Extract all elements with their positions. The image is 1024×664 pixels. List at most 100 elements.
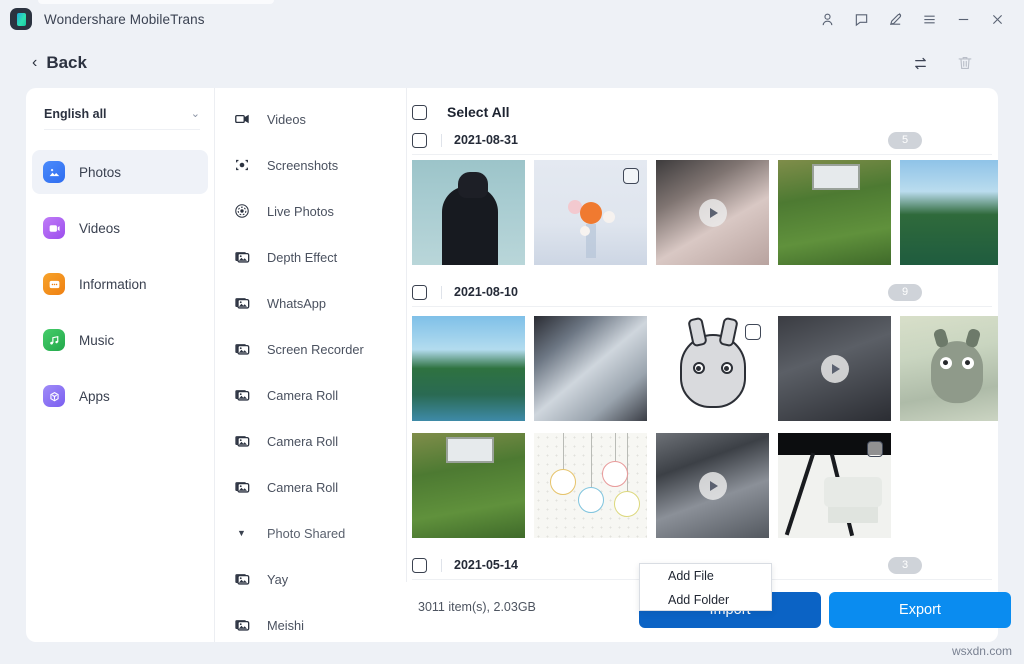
photo-thumbnail[interactable] [534, 160, 647, 265]
sidebar-item-videos[interactable]: Videos [32, 206, 208, 250]
sidebar-item-label: Information [79, 277, 147, 292]
toolbar-actions [911, 54, 974, 73]
context-menu-item-label: Add File [668, 569, 714, 583]
videos-icon [43, 217, 65, 239]
select-all-checkbox[interactable] [412, 105, 427, 120]
photo-thumbnail[interactable] [412, 160, 525, 265]
video-thumbnail[interactable] [656, 160, 769, 265]
play-icon [699, 472, 727, 500]
feedback-icon[interactable] [844, 4, 878, 34]
album-item-camera-roll-2[interactable]: Camera Roll [232, 418, 404, 464]
photo-thumbnail[interactable] [412, 433, 525, 538]
screenshot-icon [232, 157, 251, 173]
album-item-label: Camera Roll [267, 388, 338, 403]
sidebar-item-label: Music [79, 333, 114, 348]
sidebar-item-label: Videos [79, 221, 120, 236]
date-group-header[interactable]: 2021-08-31 5 [412, 126, 992, 155]
date-group-label: 2021-08-31 [454, 133, 518, 147]
album-item-camera-roll-1[interactable]: Camera Roll [232, 372, 404, 418]
sidebar-item-information[interactable]: Information [32, 262, 208, 306]
play-icon [699, 199, 727, 227]
delete-trash-icon[interactable] [956, 54, 974, 72]
video-thumbnail[interactable] [656, 433, 769, 538]
select-all-row[interactable]: Select All [412, 98, 992, 126]
context-menu-item-add-folder[interactable]: Add Folder [640, 588, 771, 612]
close-button[interactable] [980, 4, 1014, 34]
album-item-whatsapp[interactable]: WhatsApp [232, 280, 404, 326]
sidebar-item-label: Apps [79, 389, 110, 404]
album-item-screen-recorder[interactable]: Screen Recorder [232, 326, 404, 372]
album-item-label: Yay [267, 572, 288, 587]
gallery-panel: Select All 2021-08-31 5 2021-08-10 9 [406, 88, 998, 642]
photo-thumbnail[interactable] [778, 433, 891, 538]
minimize-button[interactable] [946, 4, 980, 34]
album-item-camera-roll-3[interactable]: Camera Roll [232, 464, 404, 510]
album-item-screenshots[interactable]: Screenshots [232, 142, 404, 188]
edit-icon[interactable] [878, 4, 912, 34]
language-select-value: English all [44, 107, 107, 121]
album-group-label: Photo Shared [267, 526, 345, 541]
date-group-header[interactable]: 2021-08-10 9 [412, 278, 992, 307]
export-button-label: Export [899, 602, 941, 618]
sidebar-item-photos[interactable]: Photos [32, 150, 208, 194]
date-group-label: 2021-08-10 [454, 285, 518, 299]
video-thumbnail[interactable] [778, 316, 891, 421]
separator [441, 559, 442, 572]
album-item-label: Meishi [267, 618, 304, 633]
sidebar-item-music[interactable]: Music [32, 318, 208, 362]
window-controls [810, 4, 1024, 34]
menu-icon[interactable] [912, 4, 946, 34]
date-group-count-badge: 5 [888, 132, 922, 149]
thumbnail-checkbox[interactable] [867, 441, 883, 457]
export-button[interactable]: Export [829, 592, 1011, 628]
date-group-checkbox[interactable] [412, 285, 427, 300]
photo-thumbnail[interactable] [656, 316, 769, 421]
back-button[interactable]: ‹ Back [32, 53, 87, 73]
photo-thumbnail[interactable] [900, 316, 998, 421]
album-item-label: Camera Roll [267, 480, 338, 495]
thumbnail-row [412, 433, 891, 538]
album-item-yay[interactable]: Yay [232, 556, 404, 602]
live-photo-icon [232, 203, 251, 219]
album-item-videos[interactable]: Videos [232, 96, 404, 142]
transfer-swap-icon[interactable] [911, 54, 930, 73]
album-icon [232, 295, 251, 311]
photo-thumbnail[interactable] [778, 160, 891, 265]
back-chevron-icon: ‹ [32, 54, 37, 72]
caret-down-icon: ▼ [232, 528, 251, 538]
thumbnail-row [412, 160, 998, 265]
album-item-meishi[interactable]: Meishi [232, 602, 404, 648]
thumbnail-checkbox[interactable] [745, 324, 761, 340]
photo-thumbnail[interactable] [534, 316, 647, 421]
date-group-label: 2021-05-14 [454, 558, 518, 572]
date-group-count-badge: 3 [888, 557, 922, 574]
photo-thumbnail[interactable] [534, 433, 647, 538]
thumbnail-checkbox[interactable] [623, 168, 639, 184]
context-menu: Add File Add Folder [639, 563, 772, 611]
album-item-label: WhatsApp [267, 296, 326, 311]
album-item-label: Screen Recorder [267, 342, 364, 357]
album-item-live-photos[interactable]: Live Photos [232, 188, 404, 234]
sidebar-item-apps[interactable]: Apps [32, 374, 208, 418]
date-group-checkbox[interactable] [412, 558, 427, 573]
photo-thumbnail[interactable] [900, 160, 998, 265]
album-list: Videos Screenshots Live Photos Depth Eff… [232, 96, 404, 648]
album-icon [232, 249, 251, 265]
account-icon[interactable] [810, 4, 844, 34]
application-window: Wondershare MobileTrans [0, 0, 1024, 664]
album-item-depth-effect[interactable]: Depth Effect [232, 234, 404, 280]
item-count-label: 3011 item(s), 2.03GB [418, 600, 536, 614]
photo-thumbnail[interactable] [412, 316, 525, 421]
album-icon [232, 387, 251, 403]
thumbnail-row [412, 316, 998, 421]
album-group-photo-shared[interactable]: ▼ Photo Shared [232, 510, 404, 556]
album-item-label: Depth Effect [267, 250, 337, 265]
album-item-label: Camera Roll [267, 434, 338, 449]
album-icon [232, 433, 251, 449]
album-icon [232, 617, 251, 633]
mobiletrans-logo-icon [10, 8, 32, 30]
chevron-down-icon: ⌄ [191, 107, 200, 120]
context-menu-item-add-file[interactable]: Add File [640, 564, 771, 588]
language-select[interactable]: English all ⌄ [44, 104, 200, 130]
date-group-checkbox[interactable] [412, 133, 427, 148]
